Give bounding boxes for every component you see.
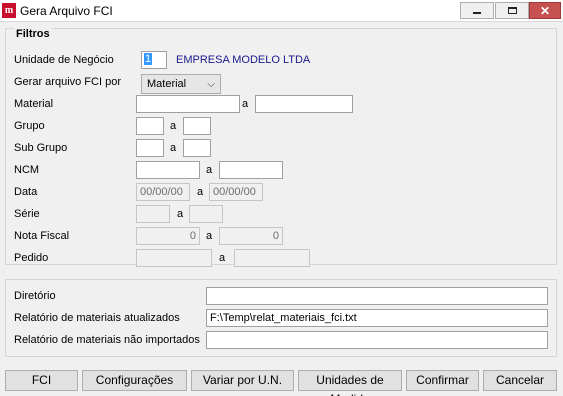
maximize-button[interactable] <box>495 2 529 19</box>
subgrupo-to-input[interactable] <box>183 139 211 157</box>
nao-importados-input[interactable] <box>206 331 548 349</box>
subgrupo-label: Sub Grupo <box>14 142 68 154</box>
unidades-medida-button[interactable]: Unidades de Medida <box>298 370 402 396</box>
title-bar: m Gera Arquivo FCI ✕ <box>0 0 563 22</box>
serie-to-input[interactable] <box>189 205 223 223</box>
ncm-range-sep: a <box>206 164 213 176</box>
data-to-input[interactable]: 00/00/00 <box>209 183 263 201</box>
nota-to-input[interactable]: 0 <box>219 227 283 245</box>
grupo-from-input[interactable] <box>136 117 164 135</box>
material-range-sep: a <box>242 98 249 110</box>
unidade-code-value: 1 <box>144 53 153 65</box>
grupo-range-sep: a <box>170 120 177 132</box>
fci-button[interactable]: FCI <box>5 370 78 391</box>
material-to-input[interactable] <box>255 95 353 113</box>
window-title: Gera Arquivo FCI <box>20 4 113 18</box>
diretorio-label: Diretório <box>14 290 56 302</box>
nota-from-input[interactable]: 0 <box>136 227 200 245</box>
cancelar-button[interactable]: Cancelar <box>483 370 557 391</box>
pedido-from-input[interactable] <box>136 249 212 267</box>
grupo-label: Grupo <box>14 120 45 132</box>
nota-label: Nota Fiscal <box>14 230 70 242</box>
serie-range-sep: a <box>177 208 184 220</box>
gerar-select-value: Material <box>147 78 187 90</box>
atualizados-label: Relatório de materiais atualizados <box>14 312 180 324</box>
data-from-input[interactable]: 00/00/00 <box>136 183 190 201</box>
close-button[interactable]: ✕ <box>529 2 561 19</box>
atualizados-input[interactable]: F:\Temp\relat_materiais_fci.txt <box>206 309 548 327</box>
serie-from-input[interactable] <box>136 205 170 223</box>
unidade-code-input[interactable]: 1 <box>141 51 167 69</box>
unidade-name: EMPRESA MODELO LTDA <box>176 54 311 66</box>
confirmar-button[interactable]: Confirmar <box>406 370 479 391</box>
material-label: Material <box>14 98 54 110</box>
subgrupo-range-sep: a <box>170 142 177 154</box>
nota-range-sep: a <box>206 230 213 242</box>
filtros-group: Filtros Unidade de Negócio 1 EMPRESA MOD… <box>5 28 557 267</box>
pedido-range-sep: a <box>219 252 226 264</box>
serie-label: Série <box>14 208 40 220</box>
nao-importados-label: Relatório de materiais não importados <box>14 334 200 346</box>
variar-button[interactable]: Variar por U.N. <box>191 370 294 391</box>
maximize-icon <box>507 7 517 14</box>
data-range-sep: a <box>197 186 204 198</box>
minimize-button[interactable] <box>460 2 494 19</box>
material-from-input[interactable] <box>136 95 240 113</box>
gerar-label: Gerar arquivo FCI por <box>14 76 121 88</box>
app-icon: m <box>2 3 16 18</box>
minimize-icon <box>473 12 481 14</box>
filtros-title: Filtros <box>14 28 52 40</box>
configuracoes-button[interactable]: Configurações <box>82 370 187 391</box>
grupo-to-input[interactable] <box>183 117 211 135</box>
ncm-from-input[interactable] <box>136 161 200 179</box>
data-label: Data <box>14 186 38 198</box>
pedido-label: Pedido <box>14 252 49 264</box>
diretorio-group: Diretório Relatório de materiais atualiz… <box>5 279 557 357</box>
diretorio-input[interactable] <box>206 287 548 305</box>
ncm-label: NCM <box>14 164 40 176</box>
gerar-select[interactable]: Material ⌵ <box>141 74 221 94</box>
pedido-to-input[interactable] <box>234 249 310 267</box>
close-icon: ✕ <box>539 3 551 18</box>
dialog-body: Filtros Unidade de Negócio 1 EMPRESA MOD… <box>0 22 563 396</box>
subgrupo-from-input[interactable] <box>136 139 164 157</box>
chevron-down-icon: ⌵ <box>207 79 215 90</box>
unidade-label: Unidade de Negócio <box>14 54 114 66</box>
ncm-to-input[interactable] <box>219 161 283 179</box>
